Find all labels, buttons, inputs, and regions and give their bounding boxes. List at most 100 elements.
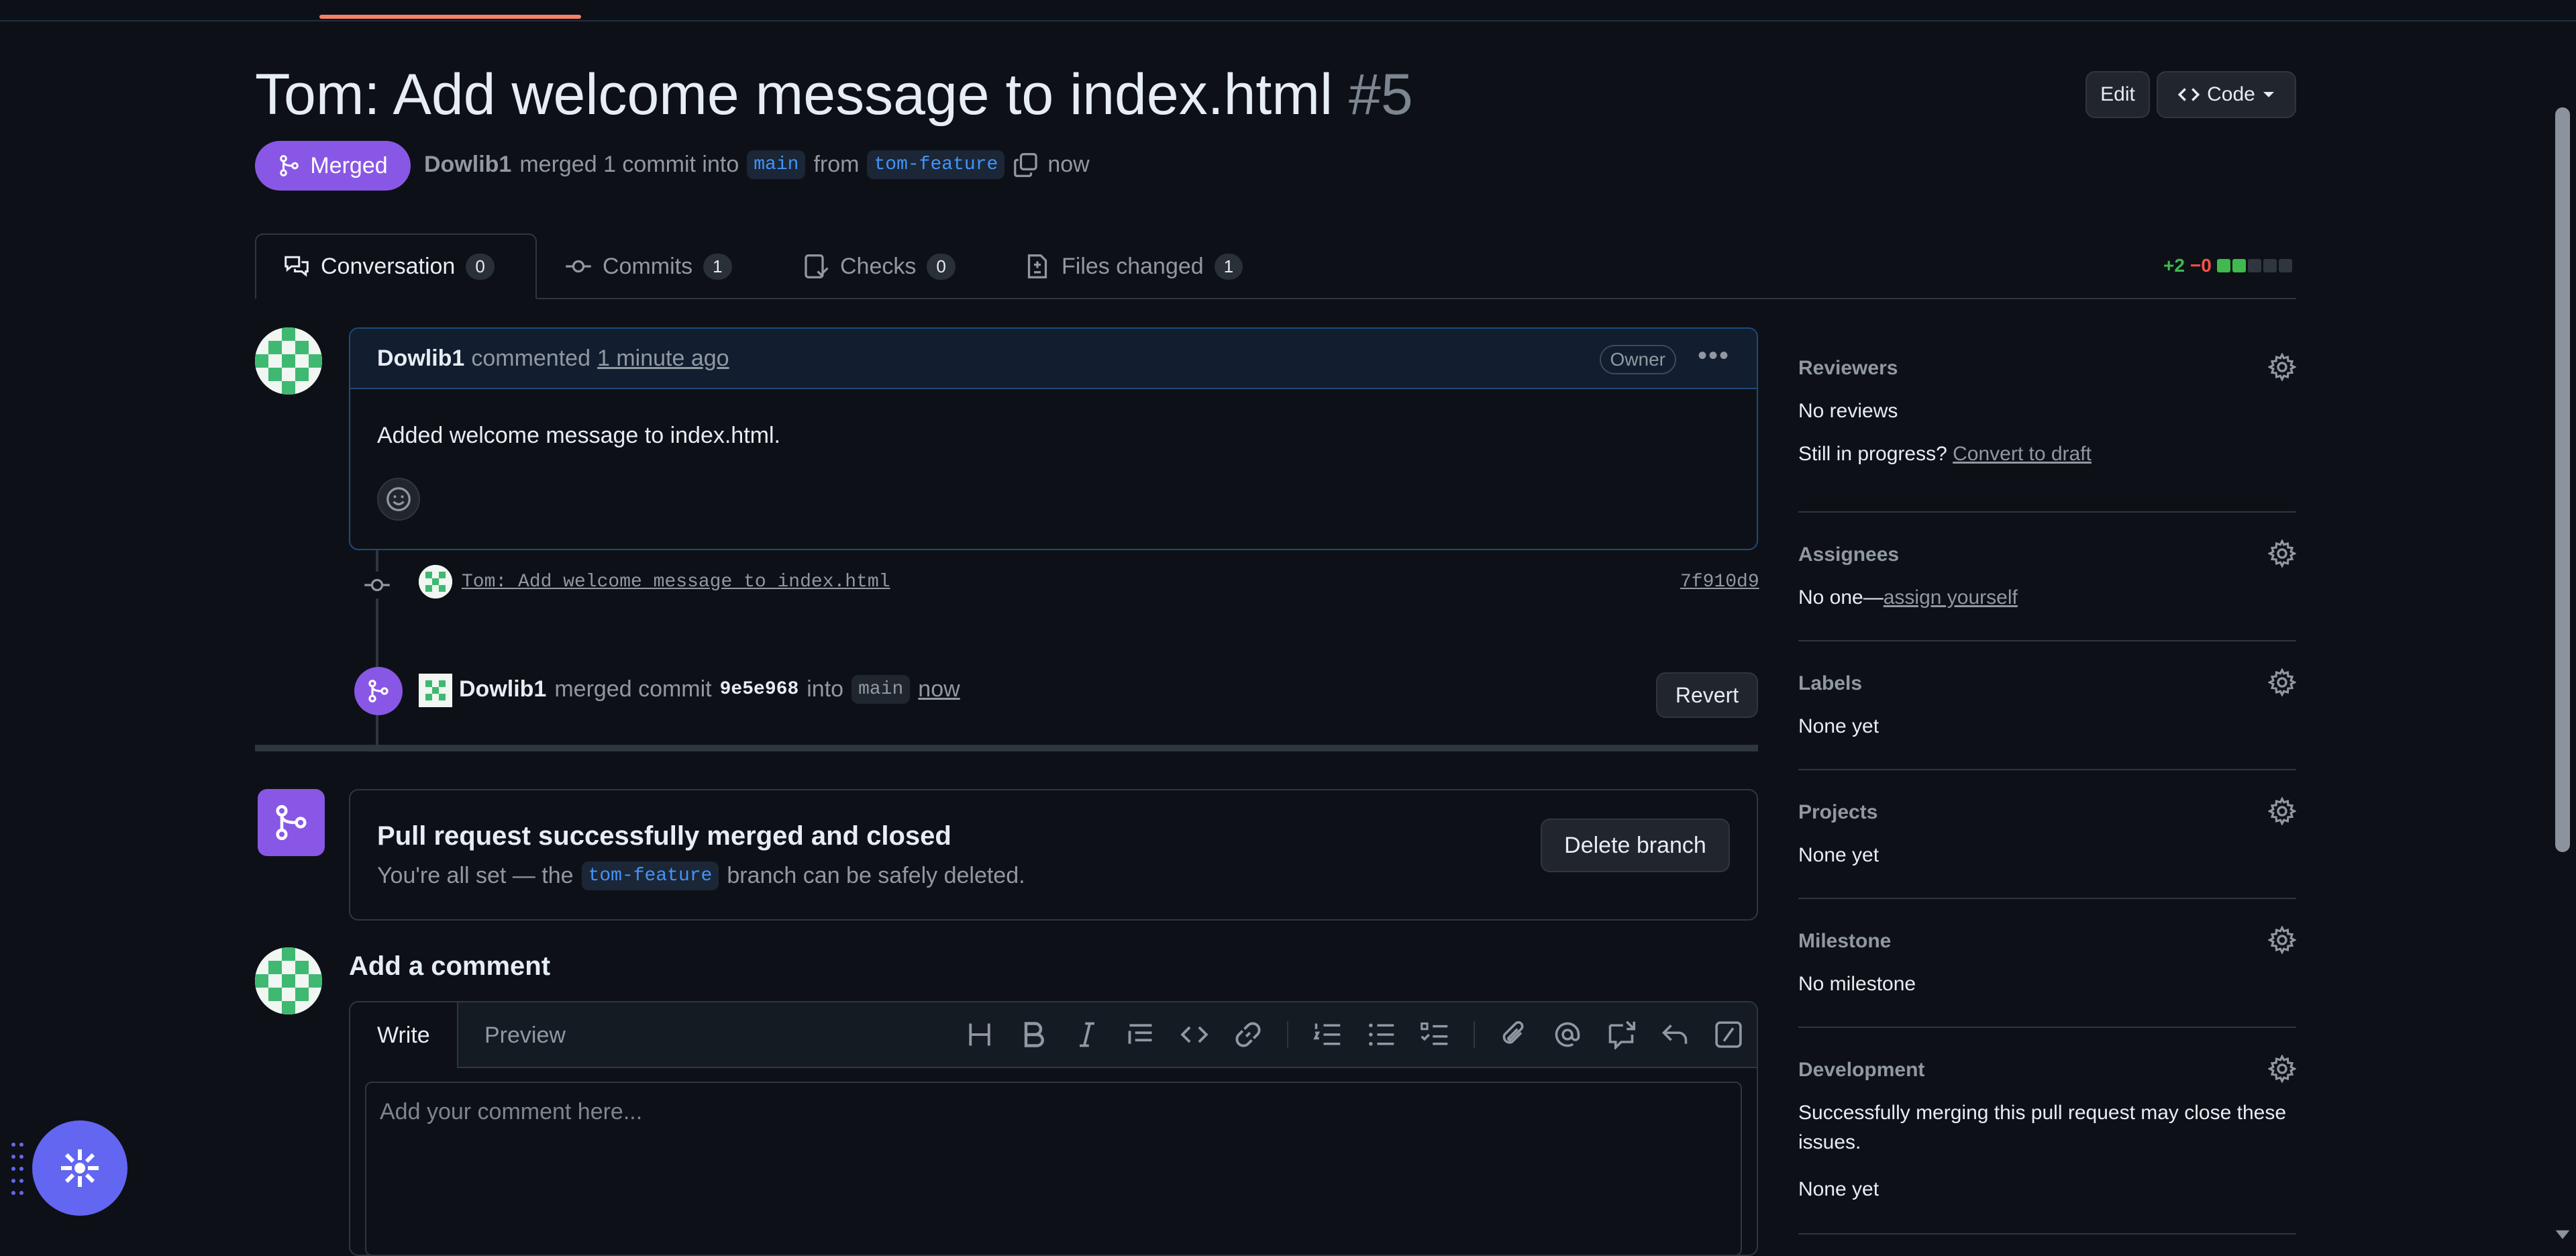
merge-branch[interactable]: main [852, 675, 911, 704]
sidebar-reviewers: Reviewers No reviews Still in progress? … [1798, 353, 2296, 513]
kebab-icon[interactable]: ••• [1698, 341, 1730, 371]
edit-button[interactable]: Edit [2085, 71, 2150, 118]
merge-author[interactable]: Dowlib1 [459, 676, 546, 702]
task-list-icon[interactable] [1420, 1020, 1449, 1049]
comment-editor: Write Preview [349, 1001, 1758, 1256]
gear-icon[interactable] [2268, 926, 2296, 954]
unordered-list-icon[interactable] [1366, 1020, 1396, 1049]
reply-icon[interactable] [1660, 1020, 1690, 1049]
development-line1: Successfully merging this pull request m… [1798, 1102, 2287, 1124]
add-reaction-button[interactable] [377, 478, 420, 521]
tab-commits-count: 1 [703, 253, 732, 280]
gear-icon[interactable] [2268, 1055, 2296, 1083]
commit-icon [566, 260, 591, 273]
conversation-icon [285, 256, 309, 277]
assistant-icon [61, 1149, 99, 1187]
slash-icon[interactable] [1714, 1020, 1743, 1049]
development-title: Development [1798, 1059, 1925, 1081]
copy-icon[interactable] [1013, 152, 1039, 178]
gear-icon[interactable] [2268, 353, 2296, 381]
pr-title-text: Tom: Add welcome message to index.html [255, 62, 1333, 127]
merge-time[interactable]: now [918, 676, 960, 702]
avatar[interactable] [255, 327, 322, 395]
comment-header: Dowlib1 commented 1 minute ago Owner ••• [350, 329, 1757, 389]
merged-sub-before: You're all set — the [377, 863, 574, 888]
diffstat-additions: +2 [2163, 255, 2185, 276]
smiley-icon [387, 487, 411, 511]
merged-status-box: Pull request successfully merged and clo… [349, 789, 1758, 921]
merge-event: Dowlib1 merged commit 9e5e968 into main … [459, 675, 960, 704]
head-branch[interactable]: tom-feature [867, 150, 1005, 179]
tab-commits-label: Commits [603, 253, 693, 279]
commit-message-link[interactable]: Tom: Add welcome message to index.html [462, 572, 890, 592]
sidebar-milestone: Milestone No milestone [1798, 926, 2296, 1028]
merge-into: into [807, 676, 844, 702]
assignees-title: Assignees [1798, 543, 1900, 566]
code-button-label: Code [2207, 83, 2255, 105]
merged-branch[interactable]: tom-feature [581, 861, 719, 890]
git-merge-icon [258, 789, 325, 856]
tab-files-changed[interactable]: Files changed 1 [997, 233, 1270, 299]
tab-checks[interactable]: Checks 0 [776, 233, 982, 299]
convert-to-draft-link[interactable]: Convert to draft [1953, 443, 2092, 465]
tab-conversation[interactable]: Conversation 0 [255, 233, 537, 299]
scroll-down-icon[interactable] [2554, 1225, 2571, 1243]
assistant-button[interactable] [32, 1120, 127, 1216]
merge-avatar[interactable] [419, 674, 452, 707]
sidebar-labels: Labels None yet [1798, 668, 2296, 770]
code-icon[interactable] [1180, 1020, 1209, 1049]
assignees-value: No one—assign yourself [1798, 586, 2018, 609]
tab-files-changed-count: 1 [1214, 253, 1243, 280]
gear-icon[interactable] [2268, 539, 2296, 568]
revert-button[interactable]: Revert [1656, 672, 1758, 718]
reference-icon[interactable] [1606, 1020, 1636, 1049]
development-value: None yet [1798, 1178, 1879, 1200]
labels-value: None yet [1798, 715, 1879, 737]
merge-action: merged commit [554, 676, 712, 702]
quote-icon[interactable] [1126, 1020, 1155, 1049]
draft-prompt: Still in progress? Convert to draft [1798, 443, 2092, 466]
add-comment-title: Add a comment [349, 951, 551, 981]
code-button[interactable]: Code [2157, 71, 2296, 118]
pr-merge-text: merged 1 commit into [519, 152, 739, 177]
italic-icon[interactable] [1072, 1020, 1102, 1049]
base-branch[interactable]: main [747, 150, 806, 179]
heading-icon[interactable] [965, 1020, 994, 1049]
tab-write[interactable]: Write [350, 1002, 458, 1068]
tab-preview[interactable]: Preview [458, 1002, 593, 1068]
avatar[interactable] [255, 947, 322, 1014]
diffstat-deletions: −0 [2189, 255, 2212, 276]
tab-checks-label: Checks [840, 253, 917, 279]
gear-icon[interactable] [2268, 797, 2296, 825]
vertical-scrollbar[interactable] [2555, 107, 2570, 852]
delete-branch-button[interactable]: Delete branch [1541, 819, 1730, 872]
link-icon[interactable] [1233, 1020, 1263, 1049]
pr-time: now [1047, 152, 1090, 177]
comment-textarea[interactable] [365, 1082, 1742, 1255]
gear-icon[interactable] [2268, 668, 2296, 696]
milestone-value: No milestone [1798, 973, 1916, 995]
comment-time[interactable]: 1 minute ago [597, 346, 729, 372]
reviewers-title: Reviewers [1798, 357, 1898, 379]
git-merge-icon [280, 155, 299, 176]
merge-commit-sha[interactable]: 9e5e968 [720, 679, 799, 700]
pr-author[interactable]: Dowlib1 [424, 152, 511, 178]
attach-icon[interactable] [1499, 1020, 1529, 1049]
projects-title: Projects [1798, 801, 1878, 823]
bold-icon[interactable] [1019, 1020, 1048, 1049]
mention-icon[interactable] [1553, 1020, 1582, 1049]
drag-handle-icon[interactable] [9, 1141, 25, 1201]
tab-checks-count: 0 [927, 253, 956, 280]
merged-status-subtitle: You're all set — the tom-feature branch … [377, 861, 1025, 890]
assign-yourself-link[interactable]: assign yourself [1884, 586, 2018, 609]
merged-state-label: Merged [310, 152, 388, 178]
editor-toolbar: Write Preview [350, 1002, 1757, 1068]
comment-author[interactable]: Dowlib1 [377, 346, 464, 372]
sidebar-assignees: Assignees No one—assign yourself [1798, 539, 2296, 641]
tab-commits[interactable]: Commits 1 [538, 233, 759, 299]
ordered-list-icon[interactable] [1312, 1020, 1342, 1049]
commit-avatar[interactable] [419, 565, 452, 598]
sidebar-development: Development Successfully merging this pu… [1798, 1055, 2296, 1235]
commit-sha-link[interactable]: 7f910d9 [1680, 572, 1759, 592]
commit-icon [364, 572, 391, 598]
